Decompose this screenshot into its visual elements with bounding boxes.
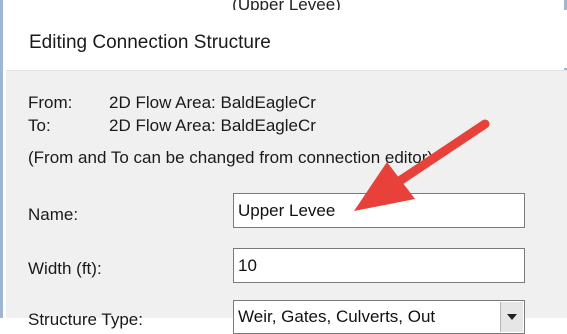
to-value: 2D Flow Area: BaldEagleCr — [109, 116, 316, 135]
title-bar: Editing Connection Structure — [6, 10, 567, 68]
width-label: Width (ft): — [28, 259, 102, 278]
structure-type-select[interactable]: Weir, Gates, Culverts, Out — [233, 300, 525, 334]
from-label: From: — [28, 93, 73, 112]
to-label: To: — [28, 116, 51, 135]
from-value: 2D Flow Area: BaldEagleCr — [109, 93, 316, 112]
top-caption: (Upper Levee) — [232, 0, 341, 10]
dialog-title: Editing Connection Structure — [29, 32, 271, 53]
dialog-window: (Upper Levee) Editing Connection Structu… — [0, 0, 567, 334]
width-field[interactable] — [233, 248, 525, 283]
chevron-down-icon[interactable] — [500, 302, 523, 332]
name-label: Name: — [28, 205, 79, 224]
connection-editor-note: (From and To can be changed from connect… — [28, 148, 434, 167]
structure-type-value: Weir, Gates, Culverts, Out — [238, 307, 436, 326]
dialog-body: From: 2D Flow Area: BaldEagleCr To: 2D F… — [6, 71, 567, 334]
structure-type-label: Structure Type: — [28, 310, 143, 329]
name-field[interactable] — [233, 193, 525, 228]
